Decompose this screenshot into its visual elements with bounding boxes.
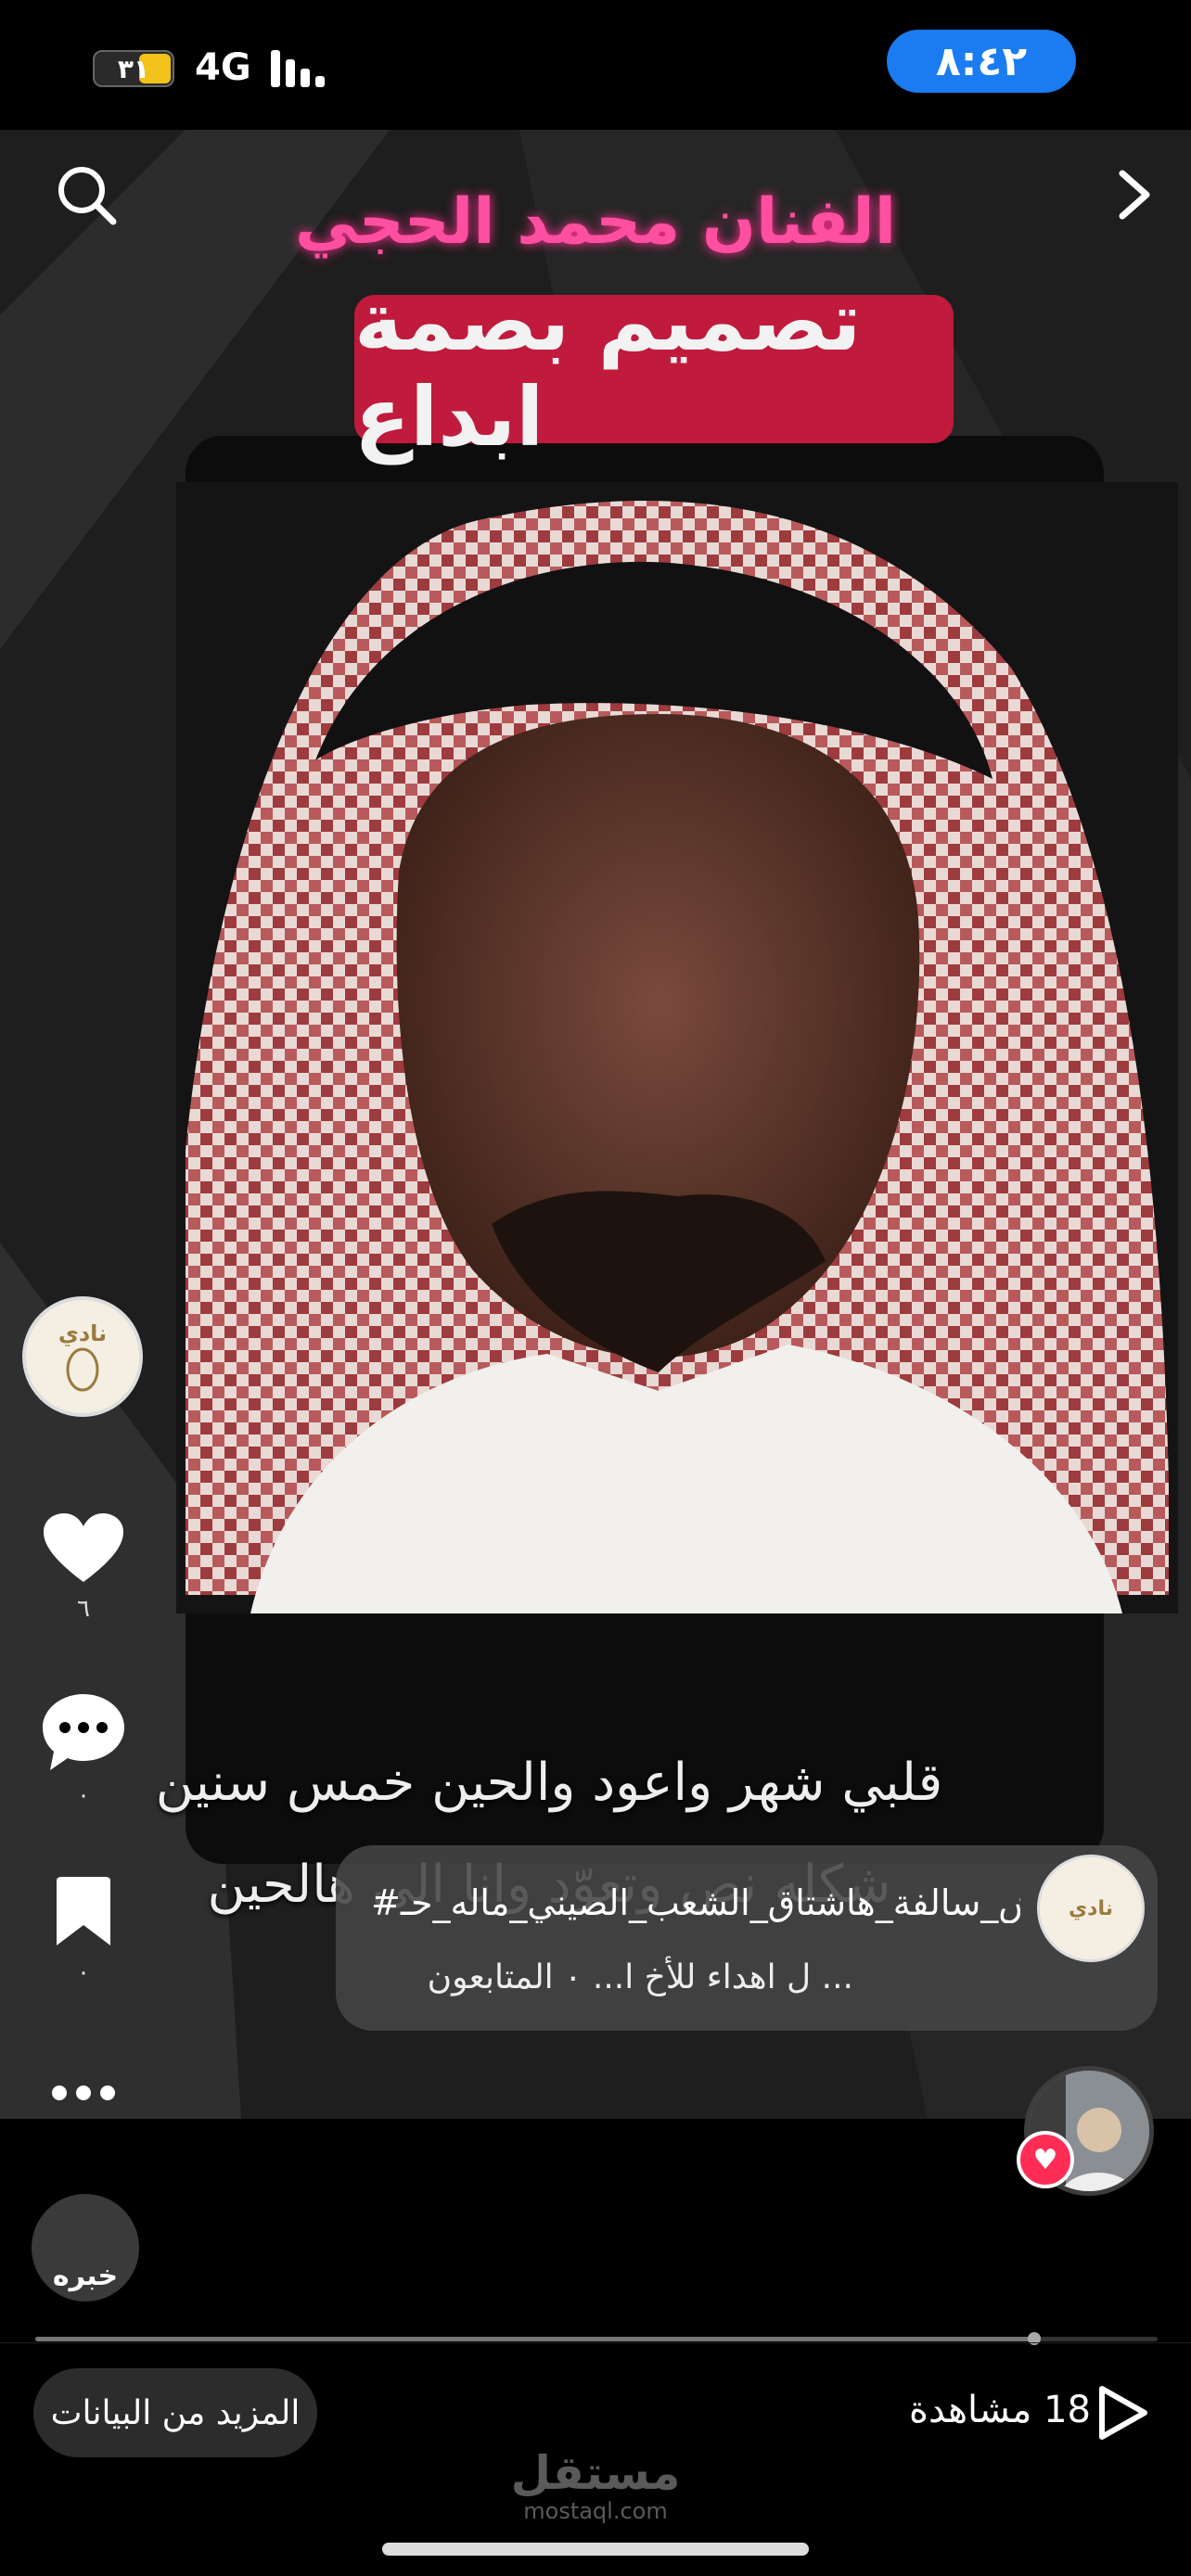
progress-bar[interactable] bbox=[35, 2332, 1158, 2345]
comment-icon bbox=[43, 1694, 124, 1770]
network-label: 4G bbox=[195, 46, 251, 89]
views-label: مشاهدة bbox=[909, 2389, 1032, 2431]
battery-indicator: ٣١ bbox=[93, 50, 174, 87]
seal-icon bbox=[66, 1347, 99, 1392]
like-button[interactable]: ٦ bbox=[37, 1511, 130, 1623]
saves-count: ٠ bbox=[77, 1958, 90, 1986]
creator-avatar-text: نادي bbox=[58, 1320, 108, 1346]
watermark-brand-en: mostaql.com bbox=[523, 2498, 668, 2524]
likes-count: ٦ bbox=[77, 1595, 90, 1623]
description-panel[interactable] bbox=[336, 1845, 1158, 2031]
play-icon[interactable] bbox=[1095, 2383, 1150, 2442]
watermark: مستقل mostaql.com bbox=[482, 2448, 709, 2524]
lyric-line-1: قلبي شهر واعود والحين خمس سنين bbox=[155, 1753, 943, 1813]
portrait-image bbox=[176, 482, 1178, 1613]
design-banner: تصميم بصمة ابداع bbox=[354, 274, 954, 465]
more-options-button[interactable] bbox=[37, 2079, 130, 2111]
signal-icon bbox=[271, 50, 336, 87]
description-text[interactable]: ل اهداء للأخ ا... ٠ المتابعون ... bbox=[371, 1958, 853, 1996]
creator-avatar[interactable]: نادي bbox=[22, 1296, 143, 1417]
comments-count: ٠ bbox=[77, 1781, 90, 1809]
views-count: 18 مشاهدة bbox=[909, 2389, 1091, 2431]
description-creator-avatar[interactable]: نادي bbox=[1037, 1855, 1145, 1962]
save-button[interactable]: ٠ bbox=[37, 1875, 130, 1986]
watermark-brand-ar: مستقل bbox=[510, 2446, 681, 2500]
music-avatar-text: خبره bbox=[52, 2260, 119, 2292]
progress-fill bbox=[35, 2337, 1034, 2341]
status-bar: ٣١ 4G ٨:٤٢ bbox=[0, 0, 1191, 130]
video-player[interactable]: الفنان محمد الحجي تصميم بصمة ابداع قلبي … bbox=[0, 130, 1191, 2119]
music-avatar[interactable]: خبره bbox=[32, 2194, 139, 2302]
heart-icon bbox=[44, 1513, 123, 1582]
more-dots-icon bbox=[52, 2085, 115, 2100]
artist-title-overlay: الفنان محمد الحجي bbox=[294, 185, 897, 259]
bookmark-icon bbox=[57, 1877, 110, 1945]
time-pill[interactable]: ٨:٤٢ bbox=[887, 30, 1076, 93]
heart-badge-icon[interactable]: ♥ bbox=[1017, 2131, 1074, 2188]
home-indicator[interactable] bbox=[382, 2543, 809, 2556]
more-data-button[interactable]: المزيد من البيانات bbox=[33, 2368, 317, 2457]
chevron-right-icon[interactable] bbox=[1102, 162, 1167, 227]
search-icon[interactable] bbox=[54, 162, 119, 227]
description-hashtag[interactable]: #وش_سالفة_هاشتاق_الشعب_الصيني_ماله_حـ bbox=[371, 1882, 1020, 1923]
comment-button[interactable]: ٠ bbox=[37, 1692, 130, 1809]
views-number: 18 bbox=[1044, 2389, 1091, 2431]
